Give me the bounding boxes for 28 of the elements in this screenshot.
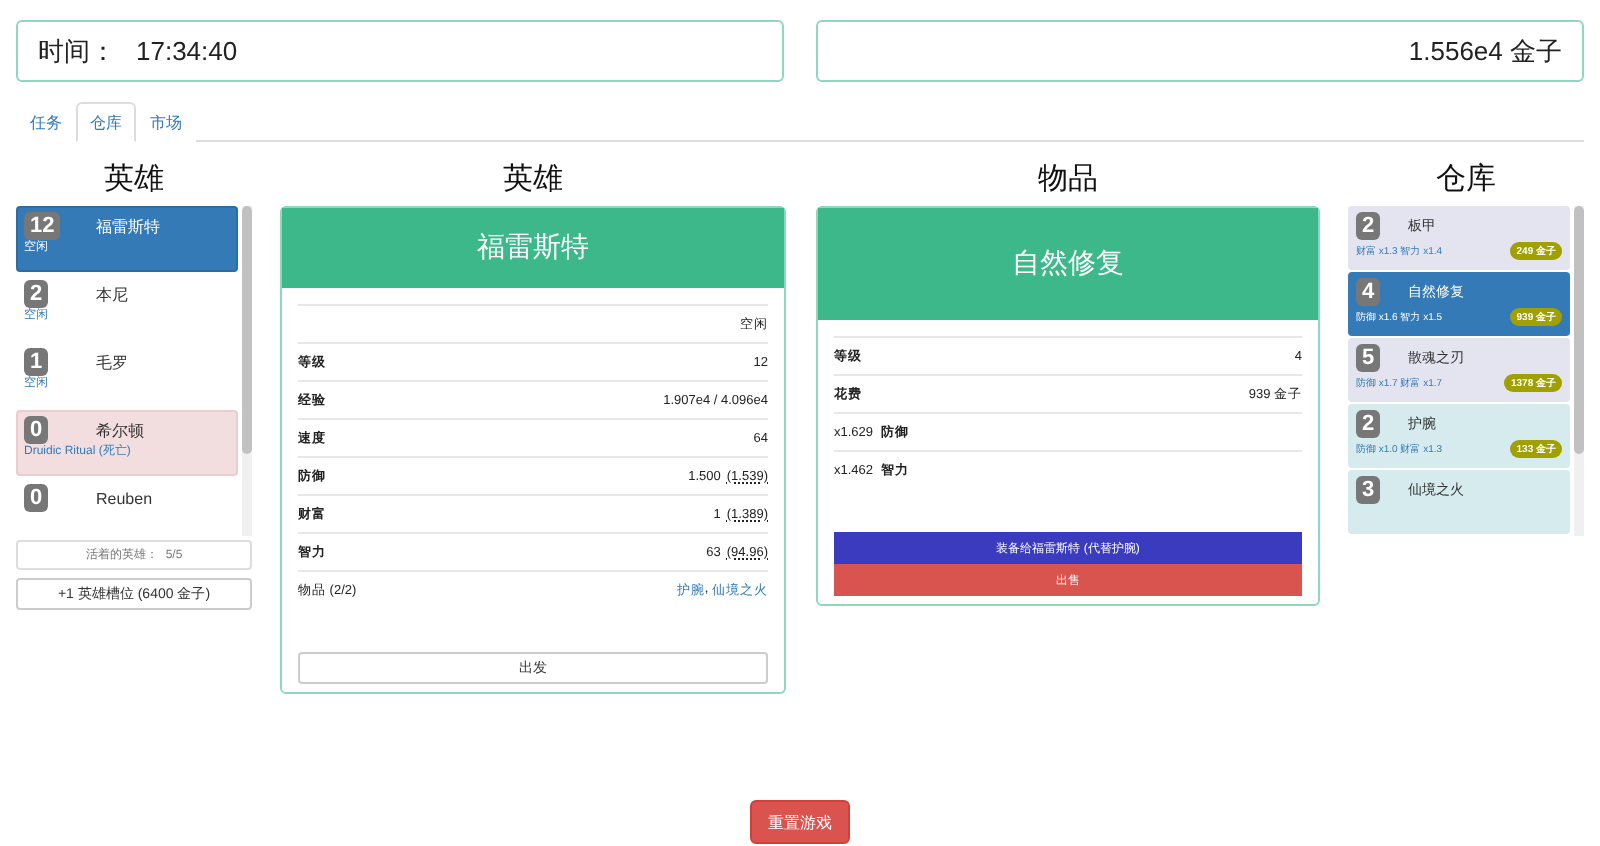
level-badge: 5: [1356, 344, 1381, 372]
time-label: 时间：: [38, 33, 116, 69]
level-badge: 12: [24, 212, 61, 240]
level-badge: 0: [24, 416, 49, 444]
level-badge: 0: [24, 484, 49, 512]
level-badge: 2: [1356, 410, 1381, 438]
tab[interactable]: 仓库: [76, 102, 136, 142]
level-badge: 2: [1356, 212, 1381, 240]
hero-name: Reuben: [96, 489, 155, 507]
hero-name: 福雷斯特: [96, 215, 162, 237]
level-badge: 4: [1356, 278, 1381, 306]
hero-name: 本尼: [96, 283, 130, 305]
column-heading: 仓库: [1434, 160, 1498, 200]
money-display: 1.556e4 金子: [816, 20, 1584, 82]
level-badge: 2: [24, 280, 49, 308]
scrollbar[interactable]: [242, 206, 252, 536]
hero-title: 福雷斯特: [282, 208, 784, 288]
reset-game-button[interactable]: 重置游戏: [750, 800, 850, 844]
scrollbar[interactable]: [1574, 206, 1584, 536]
hero-name: 毛罗: [96, 351, 130, 373]
time-value: 17:34:40: [136, 36, 238, 66]
item-title: 自然修复: [818, 208, 1318, 320]
level-badge: 3: [1356, 476, 1381, 504]
column-heading: 英雄: [501, 160, 565, 200]
hero-name: 希尔顿: [96, 419, 146, 441]
level-badge: 1: [24, 348, 49, 376]
column-heading: 物品: [1036, 160, 1100, 200]
column-heading: 英雄: [102, 160, 166, 200]
